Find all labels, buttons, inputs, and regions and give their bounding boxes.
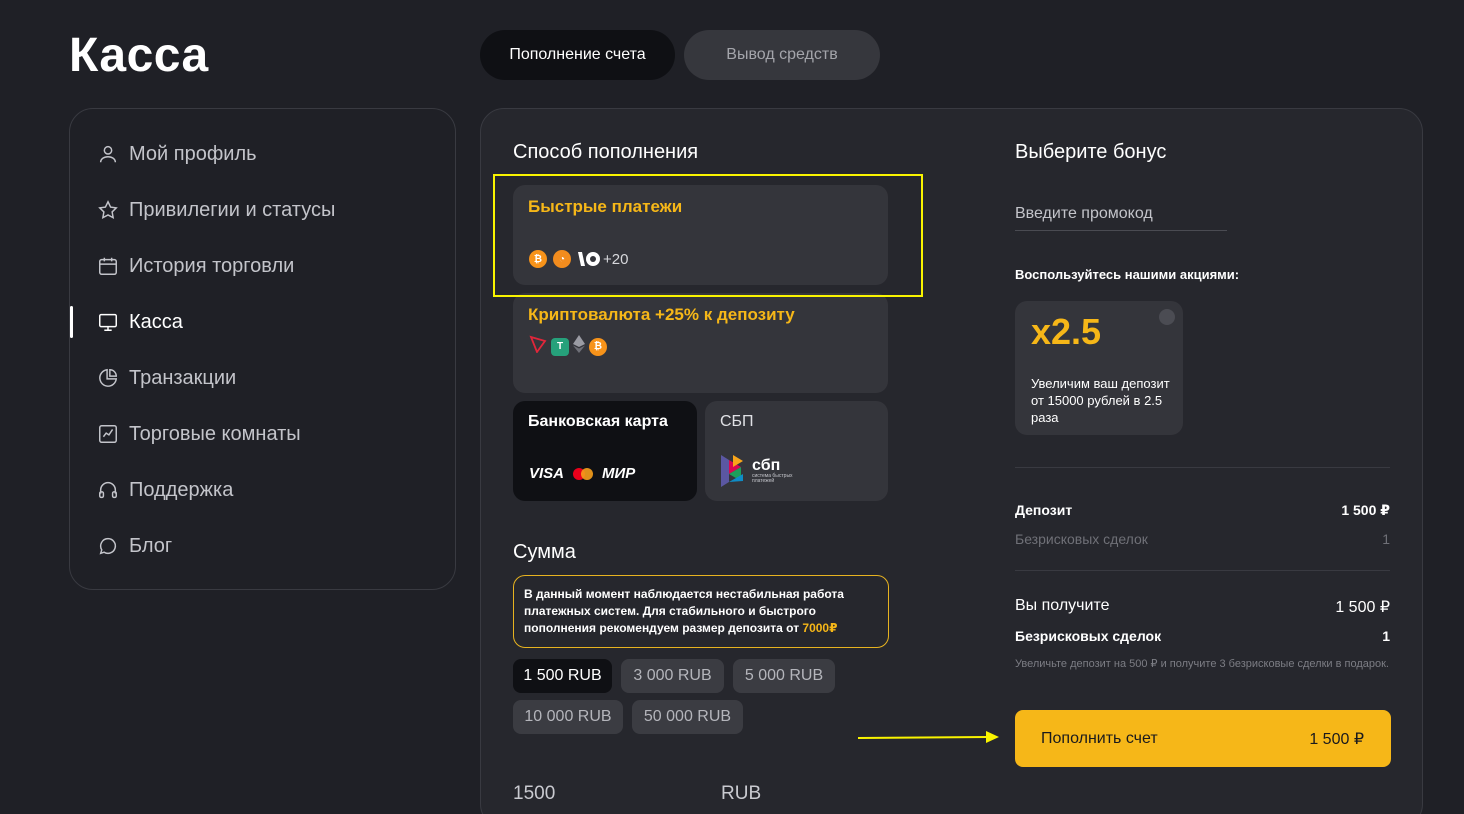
notice-text: В данный момент наблюдается нестабильная… [524, 587, 844, 635]
sidebar-item-support[interactable]: Поддержка [97, 473, 233, 507]
notice-amount: 7000₽ [802, 621, 838, 635]
method-sbp-title: СБП [720, 413, 754, 430]
sbp-logo-text: сбп [752, 457, 781, 474]
crypto-icons: T ₿ [529, 335, 607, 358]
visa-icon: VISA [529, 465, 565, 482]
riskfree-row: Безрисковых сделок 1 [1015, 531, 1390, 547]
qiwi-icon: ◔ [553, 250, 571, 268]
method-card-title: Банковская карта [528, 413, 668, 430]
sidebar-item-trading-rooms[interactable]: Торговые комнаты [97, 417, 301, 451]
deposit-value: 1 500 ₽ [1341, 502, 1390, 518]
receive-riskfree-value: 1 [1382, 628, 1390, 644]
promo-subtitle: Воспользуйтесь нашими акциями: [1015, 267, 1240, 282]
user-icon [97, 143, 119, 165]
bonus-multiplier: x2.5 [1031, 311, 1102, 352]
fast-payment-icons: ₿ ◔ +20 [529, 250, 628, 268]
sidebar-item-label: Транзакции [129, 366, 237, 389]
bonus-hint: Увеличьте депозит на 500 ₽ и получите 3 … [1015, 658, 1389, 670]
deposit-label: Депозит [1015, 502, 1073, 518]
ethereum-icon [573, 335, 585, 358]
sidebar: Мой профиль Привилегии и статусы История… [69, 108, 456, 590]
yoomoney-icon [577, 250, 603, 268]
deposit-panel: Способ пополнения Быстрые платежи ₿ ◔ +2… [480, 108, 1423, 814]
deposit-withdraw-tabs: Пополнение счета Вывод средств [480, 30, 880, 80]
bonus-description: Увеличим ваш депозит от 15000 рублей в 2… [1031, 376, 1170, 425]
line-chart-icon [97, 423, 119, 445]
receive-label: Вы получите [1015, 597, 1110, 614]
deposit-submit-button[interactable]: Пополнить счет 1 500 ₽ [1015, 710, 1391, 767]
more-methods-count: +20 [603, 250, 629, 268]
monitor-icon [97, 311, 119, 333]
card-brand-icons: VISA МИР [529, 465, 635, 482]
tab-withdraw[interactable]: Вывод средств [684, 30, 880, 80]
method-title: Способ пополнения [513, 141, 699, 163]
headphones-icon [97, 479, 119, 501]
sidebar-item-label: История торговли [129, 254, 295, 277]
sbp-logo-icon: сбп система быстрых платежей [719, 453, 796, 489]
tron-icon [529, 335, 547, 358]
amount-input[interactable]: 1500 [513, 783, 555, 805]
sidebar-item-cashier[interactable]: Касса [97, 305, 183, 339]
sidebar-item-label: Торговые комнаты [129, 422, 301, 445]
deposit-row: Депозит 1 500 ₽ [1015, 502, 1390, 519]
active-indicator [70, 306, 73, 338]
bonus-title: Выберите бонус [1015, 141, 1167, 163]
method-fast-payments[interactable]: Быстрые платежи ₿ ◔ +20 [513, 185, 888, 285]
sidebar-item-transactions[interactable]: Транзакции [97, 361, 236, 395]
method-bank-card[interactable]: Банковская карта VISA МИР [513, 401, 697, 501]
preset-10000[interactable]: 10 000 RUB [513, 700, 623, 734]
receive-riskfree-row: Безрисковых сделок 1 [1015, 628, 1390, 644]
sidebar-item-label: Поддержка [129, 478, 234, 501]
cta-amount: 1 500 ₽ [1309, 730, 1364, 748]
star-icon [97, 199, 119, 221]
calendar-icon [97, 255, 119, 277]
method-sbp[interactable]: СБП сбп система быстрых платежей [705, 401, 888, 501]
preset-3000[interactable]: 3 000 RUB [621, 659, 724, 693]
bitcoin-icon: ₿ [589, 337, 607, 356]
method-fast-title: Быстрые платежи [528, 197, 683, 216]
promo-code-input[interactable]: Введите промокод [1015, 197, 1227, 231]
page-title: Касса [69, 29, 209, 82]
tether-icon: T [551, 337, 569, 356]
sidebar-item-label: Мой профиль [129, 142, 257, 165]
mastercard-icon [572, 467, 594, 481]
receive-row: Вы получите 1 500 ₽ [1015, 597, 1390, 617]
sbp-logo-subtext: система быстрых платежей [752, 473, 793, 484]
promo-placeholder: Введите промокод [1015, 204, 1153, 222]
riskfree-label: Безрисковых сделок [1015, 531, 1148, 547]
preset-50000[interactable]: 50 000 RUB [632, 700, 743, 734]
preset-5000[interactable]: 5 000 RUB [733, 659, 835, 693]
divider [1015, 467, 1390, 468]
preset-1500[interactable]: 1 500 RUB [513, 659, 612, 693]
bonus-radio[interactable] [1159, 309, 1175, 325]
sidebar-item-label: Касса [129, 310, 183, 333]
sidebar-item-profile[interactable]: Мой профиль [97, 137, 257, 171]
chat-bubble-icon [97, 535, 119, 557]
sidebar-item-blog[interactable]: Блог [97, 529, 172, 563]
sidebar-item-trade-history[interactable]: История торговли [97, 249, 294, 283]
bitcoin-icon: ₿ [529, 250, 547, 268]
amount-title: Сумма [513, 541, 576, 563]
sidebar-item-label: Блог [129, 534, 173, 557]
sidebar-item-label: Привилегии и статусы [129, 198, 336, 221]
divider [1015, 570, 1390, 571]
bonus-card-x2-5[interactable]: x2.5 Увеличим ваш депозит от 15000 рубле… [1015, 301, 1183, 435]
method-crypto-title: Криптовалюта +25% к депозиту [528, 305, 795, 324]
method-crypto[interactable]: Криптовалюта +25% к депозиту T ₿ [513, 293, 888, 393]
riskfree-value: 1 [1382, 531, 1390, 547]
payment-notice: В данный момент наблюдается нестабильная… [513, 575, 889, 648]
sidebar-item-privileges[interactable]: Привилегии и статусы [97, 193, 335, 227]
receive-riskfree-label: Безрисковых сделок [1015, 628, 1162, 644]
receive-value: 1 500 ₽ [1335, 599, 1390, 616]
tab-deposit[interactable]: Пополнение счета [480, 30, 675, 80]
currency-label: RUB [721, 783, 762, 804]
cashier-page: Касса Пополнение счета Вывод средств Мой… [0, 0, 1464, 814]
mir-icon: МИР [602, 465, 636, 482]
cta-label: Пополнить счет [1041, 729, 1158, 747]
pie-chart-icon [97, 367, 119, 389]
